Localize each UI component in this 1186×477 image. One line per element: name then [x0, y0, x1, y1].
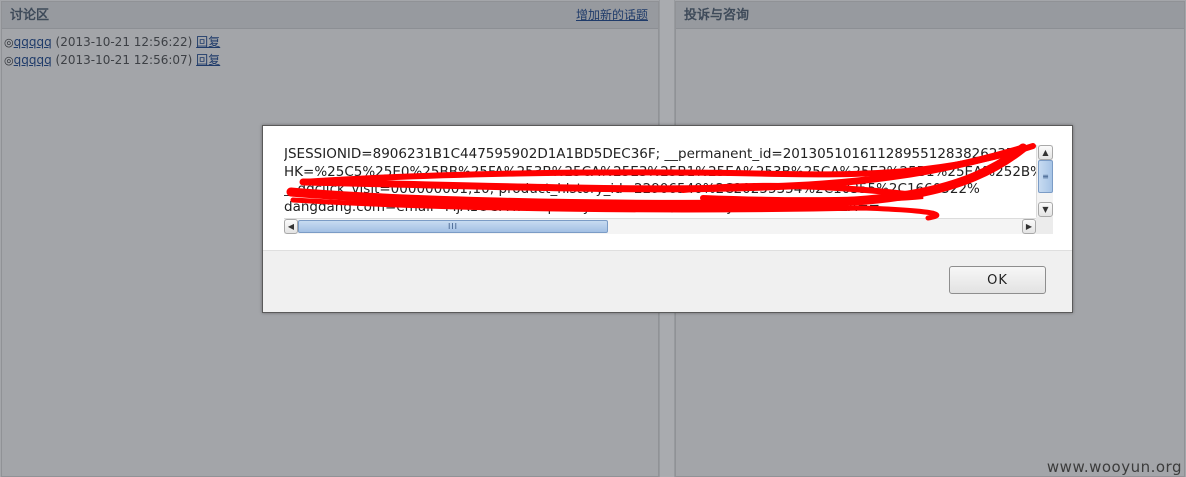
scroll-left-arrow-icon[interactable]: ◀ — [284, 219, 298, 234]
post-timestamp: (2013-10-21 12:56:22) — [55, 35, 193, 49]
scroll-right-arrow-icon[interactable]: ▶ — [1022, 219, 1036, 234]
ok-button[interactable]: OK — [949, 266, 1046, 294]
post-author-link[interactable]: qqqqq — [14, 35, 52, 49]
horizontal-scrollbar[interactable]: ◀ III ▶ — [284, 218, 1036, 234]
bullet-icon: ◎ — [4, 36, 14, 49]
horizontal-scroll-thumb[interactable]: III — [298, 220, 608, 233]
alert-dialog: JSESSIONID=8906231B1C447595902D1A1BD5DEC… — [262, 125, 1073, 313]
list-item: ◎qqqqq (2013-10-21 12:56:22) 回复 — [4, 33, 658, 51]
reply-link[interactable]: 回复 — [196, 53, 220, 67]
cookie-line: __ddclick_visit=000000001;10; product_hi… — [284, 181, 980, 197]
complaints-title: 投诉与咨询 — [684, 8, 750, 23]
dialog-body: JSESSIONID=8906231B1C447595902D1A1BD5DEC… — [263, 126, 1072, 252]
cookie-line: JSESSIONID=8906231B1C447595902D1A1BD5DEC… — [284, 146, 1015, 162]
cookie-line: HK=%25C5%25E0%25BB%25FA%253B%25CA%25E3%2… — [284, 163, 1036, 180]
post-author-link[interactable]: qqqqq — [14, 53, 52, 67]
cookie-text: JSESSIONID=8906231B1C447595902D1A1BD5DEC… — [284, 145, 1036, 217]
list-item: ◎qqqqq (2013-10-21 12:56:07) 回复 — [4, 51, 658, 69]
vertical-scrollbar[interactable]: ▲ ≡ ▼ — [1036, 145, 1053, 217]
discussion-header: 讨论区 增加新的话题 — [2, 2, 658, 29]
post-timestamp: (2013-10-21 12:56:07) — [55, 53, 193, 67]
bullet-icon: ◎ — [4, 54, 14, 67]
watermark: www.wooyun.org — [1046, 458, 1182, 476]
scroll-up-arrow-icon[interactable]: ▲ — [1038, 145, 1053, 160]
discussion-title: 讨论区 — [10, 8, 50, 23]
scrollbar-corner — [1036, 217, 1053, 234]
cookie-line: dangdang.com=email=MjA1OGA4Mt9qMTMyMzNEB… — [284, 198, 880, 215]
complaints-header: 投诉与咨询 — [676, 2, 1184, 29]
post-list: ◎qqqqq (2013-10-21 12:56:22) 回复 ◎qqqqq (… — [2, 29, 658, 69]
vertical-scroll-thumb[interactable]: ≡ — [1038, 160, 1053, 193]
dialog-footer: OK — [263, 250, 1072, 312]
scroll-down-arrow-icon[interactable]: ▼ — [1038, 202, 1053, 217]
add-topic-link[interactable]: 增加新的话题 — [576, 2, 648, 29]
cookie-text-area[interactable]: JSESSIONID=8906231B1C447595902D1A1BD5DEC… — [284, 145, 1053, 234]
reply-link[interactable]: 回复 — [196, 35, 220, 49]
